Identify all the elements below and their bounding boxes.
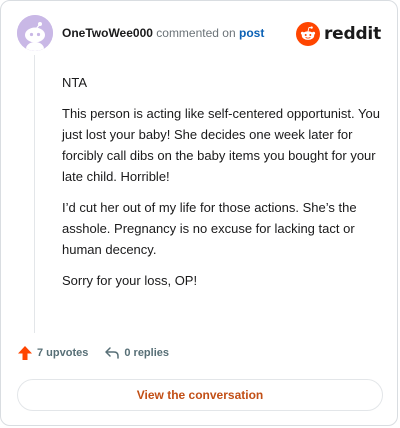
username[interactable]: OneTwoWee000 bbox=[62, 26, 153, 40]
view-conversation-button[interactable]: View the conversation bbox=[17, 379, 383, 411]
upvote-button[interactable]: 7 upvotes bbox=[17, 345, 88, 361]
reddit-logo[interactable]: reddit bbox=[295, 21, 381, 47]
avatar[interactable] bbox=[17, 15, 53, 51]
commented-on-text: commented on bbox=[156, 26, 236, 40]
reddit-wordmark: reddit bbox=[323, 24, 381, 44]
comment-actions: 7 upvotes 0 replies bbox=[17, 345, 185, 361]
snoo-avatar-icon bbox=[17, 15, 53, 51]
comment-paragraph: I’d cut her out of my life for those act… bbox=[62, 200, 357, 257]
comment-paragraph: Sorry for your loss, OP! bbox=[62, 273, 198, 288]
comment-paragraph: NTA bbox=[62, 75, 88, 90]
comment-header: OneTwoWee000 commented on post bbox=[62, 25, 264, 41]
comment-body: NTA This person is acting like self-cent… bbox=[62, 72, 386, 301]
reddit-snoo-icon bbox=[295, 22, 320, 46]
upvote-count: 7 upvotes bbox=[37, 347, 89, 359]
replies-button[interactable]: 0 replies bbox=[104, 345, 169, 361]
comment-paragraph: This person is acting like self-centered… bbox=[62, 106, 380, 184]
reply-count: 0 replies bbox=[124, 347, 169, 359]
embedded-comment-card: OneTwoWee000 commented on post reddit NT… bbox=[0, 0, 398, 426]
thread-line bbox=[34, 55, 35, 333]
upvote-arrow-icon bbox=[18, 346, 32, 360]
reply-arrow-icon bbox=[105, 347, 120, 359]
post-link[interactable]: post bbox=[239, 26, 264, 40]
